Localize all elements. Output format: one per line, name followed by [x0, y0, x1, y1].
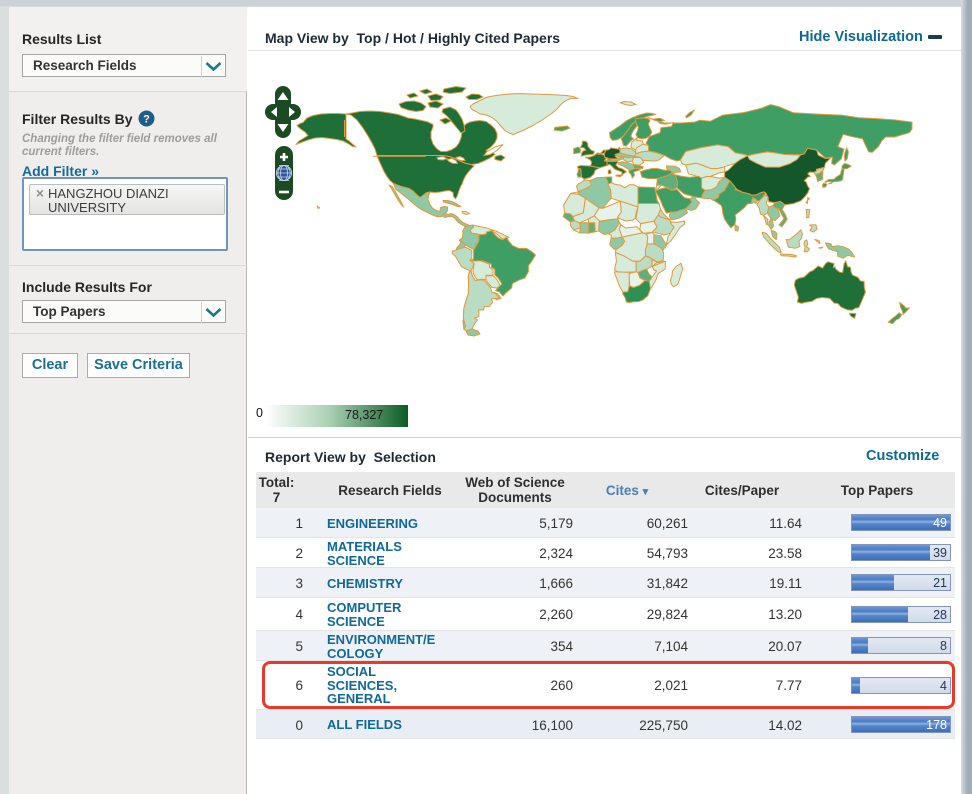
- svg-text:?: ?: [143, 114, 150, 126]
